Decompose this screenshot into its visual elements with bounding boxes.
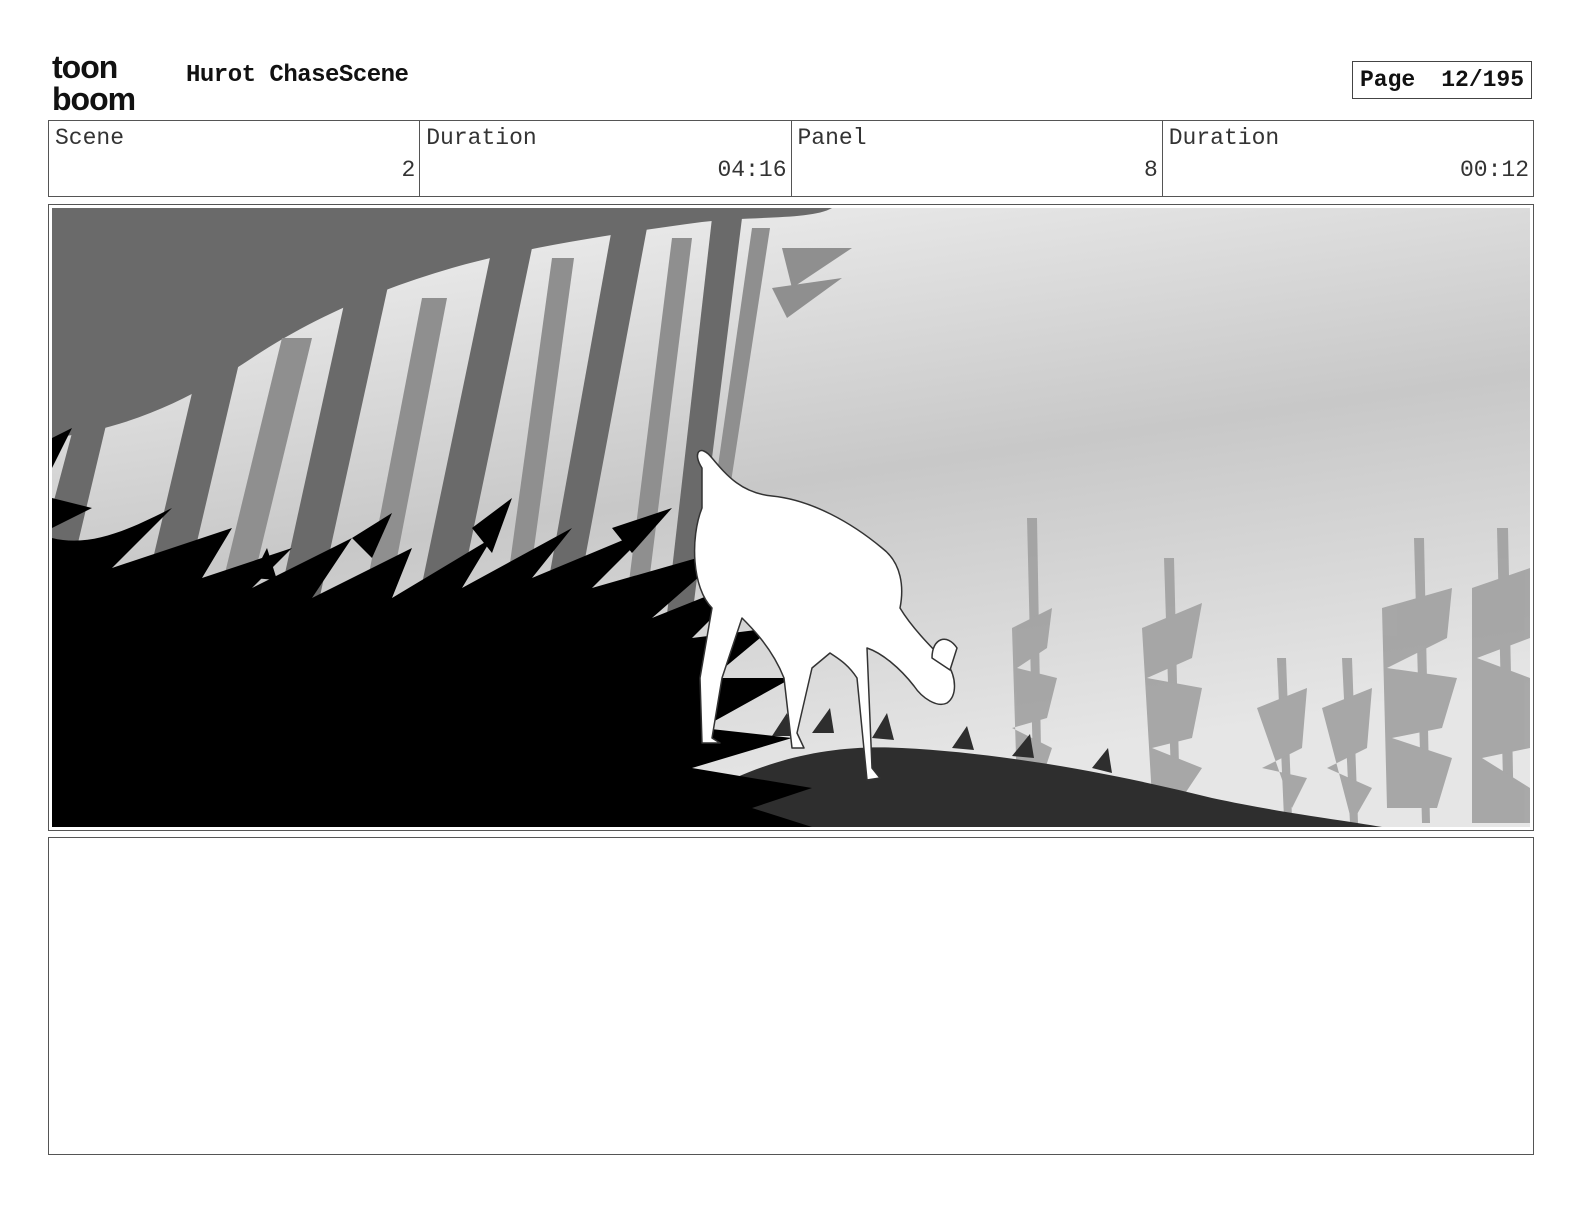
panel-cell: Panel 8: [792, 121, 1163, 196]
toon-boom-logo: toon boom: [52, 52, 136, 112]
page-indicator: Page 12/195: [1352, 61, 1532, 99]
panel-duration-value: 00:12: [1459, 157, 1529, 183]
panel-label: Panel: [797, 125, 867, 151]
page-number: 12/195: [1441, 67, 1525, 93]
page-label: Page: [1360, 67, 1416, 93]
panel-duration-cell: Duration 00:12: [1163, 121, 1533, 196]
panel-illustration: [52, 208, 1530, 827]
scene-duration-cell: Duration 04:16: [420, 121, 792, 196]
scene-label: Scene: [55, 125, 125, 151]
scene-duration-label: Duration: [426, 125, 537, 151]
scene-info-table: Scene 2 Duration 04:16 Panel 8 Duration …: [48, 120, 1534, 197]
scene-value: 2: [401, 157, 416, 183]
panel-notes-area: [48, 837, 1534, 1155]
logo-line-2: boom: [52, 81, 135, 112]
panel-duration-label: Duration: [1168, 125, 1280, 151]
panel-value: 8: [1143, 157, 1158, 183]
storyboard-panel: [48, 204, 1534, 831]
storyboard-title: Hurot ChaseScene: [186, 62, 409, 89]
scene-duration-value: 04:16: [717, 157, 787, 183]
scene-cell: Scene 2: [49, 121, 421, 196]
